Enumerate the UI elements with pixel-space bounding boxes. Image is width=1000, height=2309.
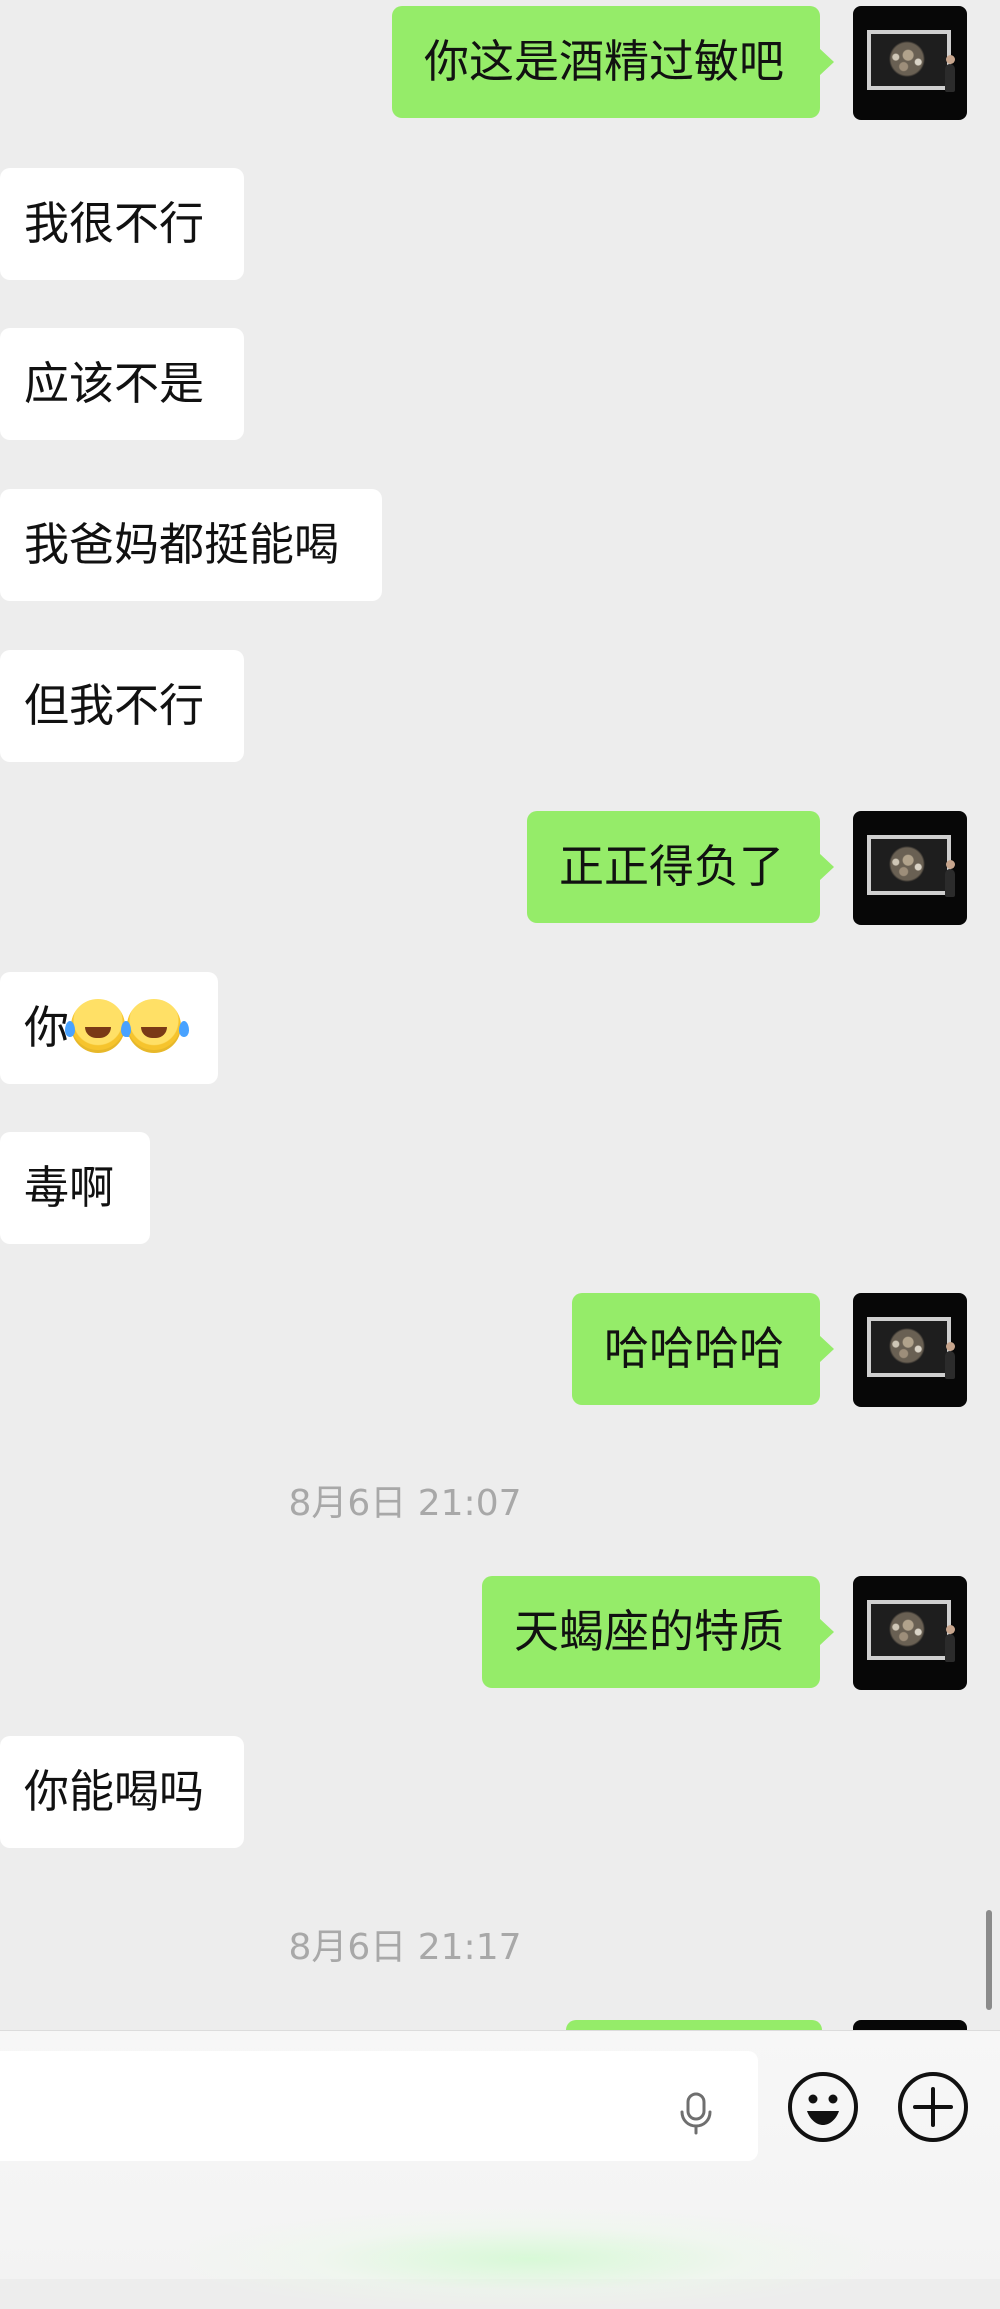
smiley-icon[interactable]	[787, 2071, 859, 2143]
microphone-icon[interactable]	[668, 2085, 724, 2141]
chat-area[interactable]: 你这是酒精过敏吧 我很不行 应该不是 我爸妈都挺能喝 但我不行 正正得负了 你 …	[0, 0, 1000, 2030]
message-text: 我爸妈都挺能喝	[24, 518, 340, 571]
laughing-tears-emoji	[121, 999, 182, 1053]
message-text: 哈哈哈哈	[603, 1322, 784, 1375]
outgoing-message[interactable]: 哈哈哈哈	[571, 1293, 835, 1405]
avatar-artwork	[879, 40, 935, 78]
incoming-message[interactable]: 你	[0, 972, 218, 1084]
avatar-artwork	[879, 1327, 935, 1365]
outgoing-message[interactable]: 天蝎座的特质	[481, 1576, 835, 1688]
message-text: 你这是酒精过敏吧	[423, 35, 784, 88]
message-text: 你能喝吗	[24, 1765, 205, 1818]
outgoing-message-partial[interactable]	[566, 2020, 822, 2030]
avatar-artwork	[879, 1610, 935, 1648]
avatar-artwork	[879, 845, 935, 883]
laughing-tears-emoji	[65, 999, 126, 1053]
user-avatar[interactable]	[853, 6, 967, 120]
avatar-person	[945, 860, 955, 897]
message-text: 天蝎座的特质	[513, 1605, 784, 1658]
plus-icon[interactable]	[897, 2071, 969, 2143]
chat-scrollbar[interactable]	[986, 1910, 992, 2010]
message-input[interactable]	[0, 2051, 758, 2161]
message-text: 你	[24, 1001, 70, 1054]
incoming-message[interactable]: 你能喝吗	[0, 1736, 244, 1848]
timestamp: 8月6日 21:07	[288, 1483, 522, 1524]
bottom-glow	[190, 2209, 870, 2309]
message-text: 但我不行	[24, 679, 205, 732]
user-avatar[interactable]	[853, 811, 967, 925]
message-input-bar	[0, 2030, 1000, 2309]
avatar-person	[945, 1342, 955, 1379]
avatar-person	[945, 1625, 955, 1662]
outgoing-message[interactable]: 你这是酒精过敏吧	[391, 6, 835, 118]
incoming-message[interactable]: 毒啊	[0, 1132, 150, 1244]
message-text: 毒啊	[24, 1161, 115, 1214]
incoming-message[interactable]: 应该不是	[0, 328, 244, 440]
incoming-message[interactable]: 我很不行	[0, 168, 244, 280]
message-text: 正正得负了	[558, 840, 784, 893]
avatar-person	[945, 55, 955, 92]
timestamp: 8月6日 21:17	[288, 1927, 522, 1968]
incoming-message[interactable]: 但我不行	[0, 650, 244, 762]
incoming-message[interactable]: 我爸妈都挺能喝	[0, 489, 382, 601]
user-avatar[interactable]	[853, 1576, 967, 1690]
message-text: 我很不行	[24, 197, 205, 250]
outgoing-message[interactable]: 正正得负了	[526, 811, 835, 923]
message-text: 应该不是	[24, 357, 205, 410]
user-avatar-partial[interactable]	[853, 2020, 967, 2030]
user-avatar[interactable]	[853, 1293, 967, 1407]
